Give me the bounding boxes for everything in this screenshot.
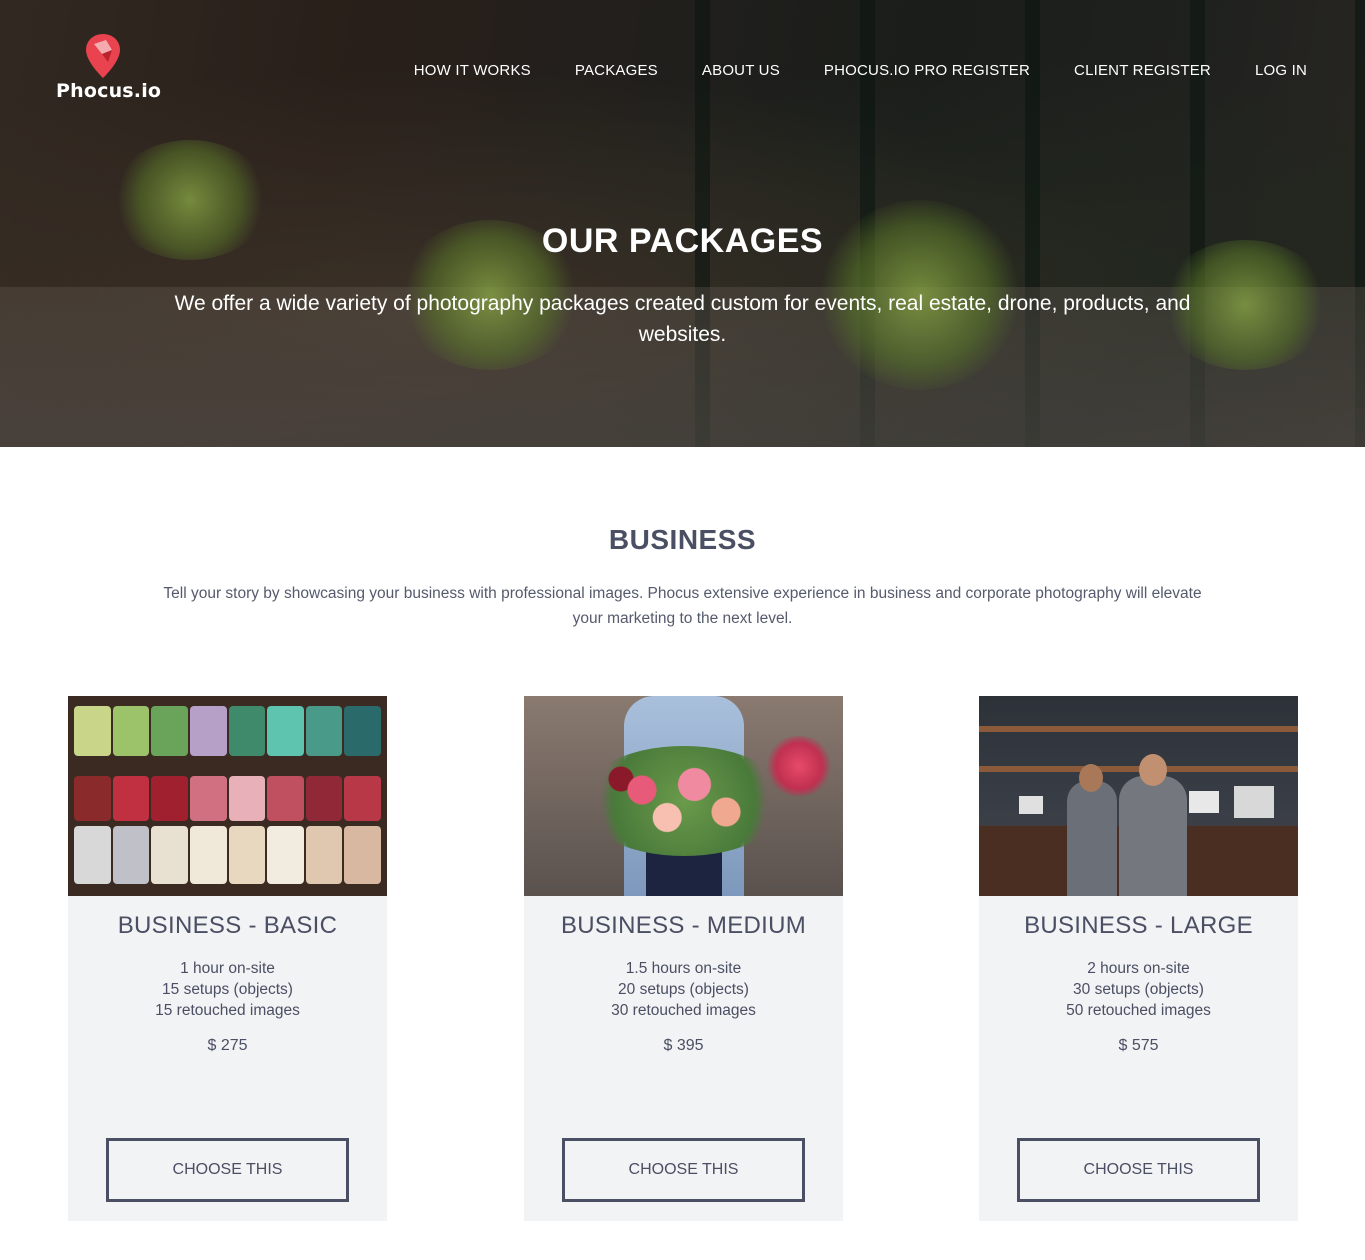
- feature-item: 1.5 hours on-site: [625, 960, 742, 977]
- nav-pro-register[interactable]: PHOCUS.IO PRO REGISTER: [824, 62, 1030, 79]
- package-name: BUSINESS - LARGE: [1024, 912, 1253, 939]
- hero-banner: Phocus.io HOW IT WORKS PACKAGES ABOUT US…: [0, 0, 1365, 447]
- feature-item: 15 setups (objects): [162, 981, 293, 998]
- main-nav: HOW IT WORKS PACKAGES ABOUT US PHOCUS.IO…: [414, 62, 1307, 79]
- nav-about-us[interactable]: ABOUT US: [702, 62, 780, 79]
- choose-large-button[interactable]: CHOOSE THIS: [1017, 1138, 1260, 1202]
- package-price: $ 275: [207, 1037, 248, 1054]
- nav-log-in[interactable]: LOG IN: [1255, 62, 1307, 79]
- feature-item: 15 retouched images: [155, 1002, 300, 1019]
- feature-item: 20 setups (objects): [618, 981, 749, 998]
- choose-medium-button[interactable]: CHOOSE THIS: [562, 1138, 805, 1202]
- section-title: BUSINESS: [608, 524, 757, 555]
- hero-subtitle: We offer a wide variety of photography p…: [174, 292, 1191, 346]
- package-features: 1 hour on-site 15 setups (objects) 15 re…: [68, 958, 387, 1021]
- package-features: 1.5 hours on-site 20 setups (objects) 30…: [524, 958, 843, 1021]
- choose-basic-button[interactable]: CHOOSE THIS: [106, 1138, 349, 1202]
- feature-item: 30 setups (objects): [1073, 981, 1204, 998]
- logo-text: Phocus.io: [56, 80, 162, 102]
- logo[interactable]: Phocus.io: [56, 32, 166, 102]
- package-price: $ 395: [663, 1037, 704, 1054]
- flower-bouquet-photo: [524, 696, 843, 896]
- nav-packages[interactable]: PACKAGES: [575, 62, 658, 79]
- feature-item: 2 hours on-site: [1087, 960, 1190, 977]
- package-name: BUSINESS - BASIC: [117, 912, 338, 939]
- nav-client-register[interactable]: CLIENT REGISTER: [1074, 62, 1211, 79]
- location-pin-logo-icon: [86, 34, 120, 78]
- package-name: BUSINESS - MEDIUM: [560, 912, 807, 939]
- package-card-large: BUSINESS - LARGE 2 hours on-site 30 setu…: [979, 696, 1298, 1221]
- page-title: OUR PACKAGES: [541, 222, 824, 260]
- package-card-basic: BUSINESS - BASIC 1 hour on-site 15 setup…: [68, 696, 387, 1221]
- section-description: Tell your story by showcasing your busin…: [163, 585, 1202, 627]
- nav-how-it-works[interactable]: HOW IT WORKS: [414, 62, 531, 79]
- restaurant-chefs-photo: [979, 696, 1298, 896]
- feature-item: 1 hour on-site: [180, 960, 275, 977]
- package-price: $ 575: [1118, 1037, 1159, 1054]
- package-features: 2 hours on-site 30 setups (objects) 50 r…: [979, 958, 1298, 1021]
- ribbon-spools-photo: [68, 696, 387, 896]
- feature-item: 50 retouched images: [1066, 1002, 1211, 1019]
- feature-item: 30 retouched images: [611, 1002, 756, 1019]
- package-card-medium: BUSINESS - MEDIUM 1.5 hours on-site 20 s…: [524, 696, 843, 1221]
